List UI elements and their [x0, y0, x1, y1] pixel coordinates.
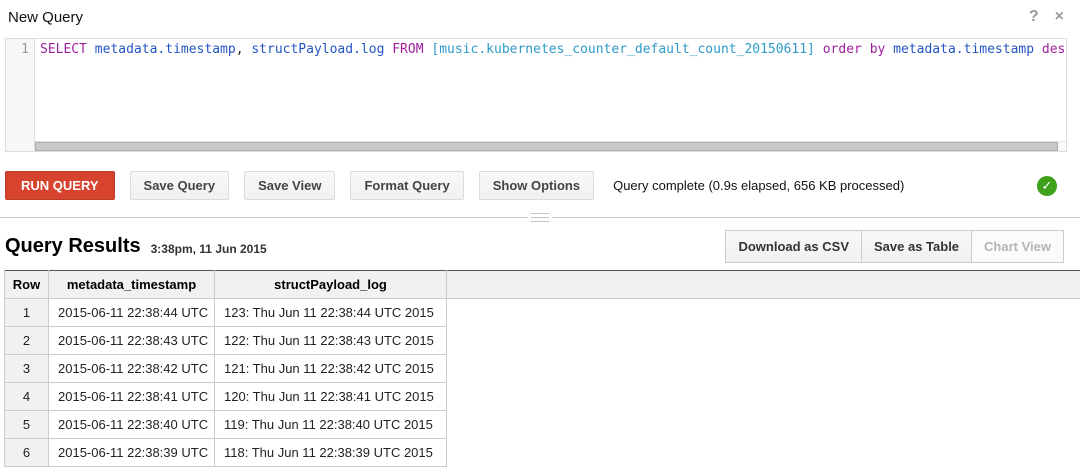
scrollbar-thumb[interactable]: [35, 142, 1058, 151]
data-cell: 118: Thu Jun 11 22:38:39 UTC 2015: [215, 439, 447, 467]
close-icon[interactable]: ×: [1055, 9, 1064, 25]
splitter-grip-icon[interactable]: [531, 210, 549, 225]
editor-horizontal-scrollbar[interactable]: [35, 141, 1066, 151]
line-number: 1: [21, 42, 29, 57]
sql-token: [885, 42, 893, 57]
data-cell: 123: Thu Jun 11 22:38:44 UTC 2015: [215, 299, 447, 327]
sql-token: ,: [236, 42, 252, 57]
format-query-button[interactable]: Format Query: [350, 171, 463, 200]
results-table: Row metadata_timestamp structPayload_log…: [4, 270, 1080, 467]
data-cell: 2015-06-11 22:38:43 UTC: [49, 327, 215, 355]
results-tbody: 12015-06-11 22:38:44 UTC123: Thu Jun 11 …: [5, 299, 1080, 467]
data-cell: 2015-06-11 22:38:44 UTC: [49, 299, 215, 327]
sql-token: FROM: [392, 42, 423, 57]
filler-cell: [447, 383, 1080, 411]
column-header-metadata-timestamp: metadata_timestamp: [49, 271, 215, 299]
sql-token: structPayload.log: [251, 42, 384, 57]
panel-header: New Query ? ×: [0, 0, 1080, 30]
help-icon[interactable]: ?: [1029, 9, 1039, 25]
success-check-icon: ✓: [1037, 176, 1057, 196]
sql-token: desc: [1042, 42, 1066, 57]
line-number-gutter: 1: [6, 39, 35, 151]
column-header-row: Row: [5, 271, 49, 299]
sql-token: [87, 42, 95, 57]
data-cell: 2015-06-11 22:38:39 UTC: [49, 439, 215, 467]
sql-token: SELECT: [40, 42, 87, 57]
query-toolbar: RUN QUERY Save Query Save View Format Qu…: [5, 171, 1064, 200]
sql-token: order: [823, 42, 862, 57]
query-code[interactable]: SELECT metadata.timestamp, structPayload…: [35, 39, 1066, 151]
divider-line: [0, 217, 528, 218]
sql-token: metadata.timestamp: [893, 42, 1034, 57]
chart-view-button: Chart View: [971, 230, 1064, 263]
table-row: 52015-06-11 22:38:40 UTC119: Thu Jun 11 …: [5, 411, 1080, 439]
row-number-cell: 4: [5, 383, 49, 411]
pane-splitter[interactable]: [0, 213, 1080, 222]
show-options-button[interactable]: Show Options: [479, 171, 594, 200]
sql-token: [music.kubernetes_counter_default_count_…: [431, 42, 815, 57]
data-cell: 120: Thu Jun 11 22:38:41 UTC 2015: [215, 383, 447, 411]
results-title: Query Results: [5, 235, 141, 258]
results-header: Query Results 3:38pm, 11 Jun 2015 Downlo…: [5, 230, 1064, 262]
download-as-csv-button[interactable]: Download as CSV: [725, 230, 862, 263]
row-number-cell: 2: [5, 327, 49, 355]
run-query-button[interactable]: RUN QUERY: [5, 171, 115, 200]
row-number-cell: 5: [5, 411, 49, 439]
save-query-button[interactable]: Save Query: [130, 171, 230, 200]
table-row: 12015-06-11 22:38:44 UTC123: Thu Jun 11 …: [5, 299, 1080, 327]
row-number-cell: 3: [5, 355, 49, 383]
query-editor[interactable]: 1 SELECT metadata.timestamp, structPaylo…: [5, 38, 1067, 152]
table-row: 22015-06-11 22:38:43 UTC122: Thu Jun 11 …: [5, 327, 1080, 355]
sql-token: [815, 42, 823, 57]
page-title: New Query: [8, 9, 83, 26]
data-cell: 122: Thu Jun 11 22:38:43 UTC 2015: [215, 327, 447, 355]
results-action-group: Download as CSV Save as Table Chart View: [726, 230, 1064, 263]
query-status-text: Query complete (0.9s elapsed, 656 KB pro…: [613, 178, 904, 193]
data-cell: 2015-06-11 22:38:42 UTC: [49, 355, 215, 383]
table-row: 62015-06-11 22:38:39 UTC118: Thu Jun 11 …: [5, 439, 1080, 467]
row-number-cell: 1: [5, 299, 49, 327]
data-cell: 2015-06-11 22:38:40 UTC: [49, 411, 215, 439]
save-as-table-button[interactable]: Save as Table: [861, 230, 972, 263]
sql-token: metadata.timestamp: [95, 42, 236, 57]
filler-cell: [447, 299, 1080, 327]
header-filler: [447, 271, 1080, 299]
filler-cell: [447, 411, 1080, 439]
data-cell: 2015-06-11 22:38:41 UTC: [49, 383, 215, 411]
sql-token: [1034, 42, 1042, 57]
filler-cell: [447, 327, 1080, 355]
divider-line: [552, 217, 1080, 218]
table-header-row: Row metadata_timestamp structPayload_log: [5, 271, 1080, 299]
data-cell: 119: Thu Jun 11 22:38:40 UTC 2015: [215, 411, 447, 439]
table-row: 32015-06-11 22:38:42 UTC121: Thu Jun 11 …: [5, 355, 1080, 383]
data-cell: 121: Thu Jun 11 22:38:42 UTC 2015: [215, 355, 447, 383]
row-number-cell: 6: [5, 439, 49, 467]
sql-token: by: [870, 42, 886, 57]
filler-cell: [447, 439, 1080, 467]
filler-cell: [447, 355, 1080, 383]
sql-token: [862, 42, 870, 57]
results-timestamp: 3:38pm, 11 Jun 2015: [151, 242, 267, 256]
column-header-structpayload-log: structPayload_log: [215, 271, 447, 299]
table-row: 42015-06-11 22:38:41 UTC120: Thu Jun 11 …: [5, 383, 1080, 411]
save-view-button[interactable]: Save View: [244, 171, 335, 200]
